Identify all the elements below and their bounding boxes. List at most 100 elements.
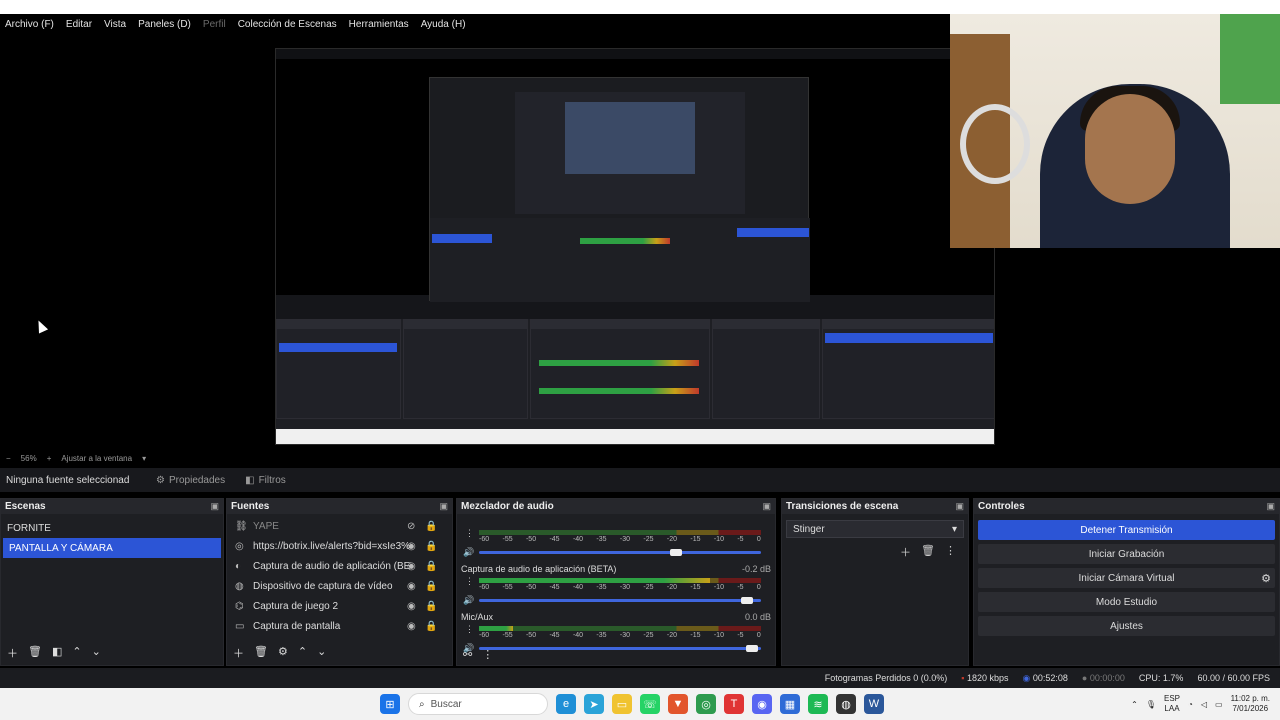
trash-icon[interactable]: 🗑 xyxy=(921,544,935,560)
lock-icon[interactable]: 🔒 xyxy=(425,581,437,592)
telegram-icon[interactable]: ➤ xyxy=(584,694,604,714)
properties-button[interactable]: ⚙ Propiedades xyxy=(146,475,235,486)
trash-icon[interactable]: 🗑 xyxy=(254,645,268,661)
volume-slider-handle[interactable] xyxy=(740,597,753,604)
nested-docks-level-2 xyxy=(430,218,810,302)
microphone-icon[interactable]: 🎙 xyxy=(1146,700,1156,709)
lock-icon[interactable]: 🔒 xyxy=(425,561,437,572)
source-item[interactable]: ◎ https://botrix.live/alerts?bid=xsIe3%2… xyxy=(227,536,452,556)
menu-scene-collection[interactable]: Colección de Escenas xyxy=(238,19,337,30)
volume-icon[interactable]: ◁ xyxy=(1201,700,1207,709)
move-up-icon[interactable]: ⌃ xyxy=(72,645,81,661)
edge-icon[interactable]: e xyxy=(556,694,576,714)
more-options-icon[interactable]: ⋮ xyxy=(482,648,493,661)
add-icon[interactable]: ＋ xyxy=(233,645,244,661)
move-down-icon[interactable]: ⌄ xyxy=(92,645,101,661)
windows-start-icon[interactable]: ⊞ xyxy=(380,694,400,714)
scene-item-pantalla-y-camara[interactable]: PANTALLA Y CÁMARA xyxy=(3,538,221,558)
start-recording-button[interactable]: Iniciar Grabación xyxy=(978,544,1275,564)
more-options-icon[interactable]: ⋮ xyxy=(465,528,474,539)
clock[interactable]: 11:02 p. m. 7/01/2026 xyxy=(1231,694,1270,714)
search-icon: ⌕ xyxy=(419,698,425,710)
gear-icon[interactable]: ⚙ xyxy=(1261,572,1271,585)
start-virtual-camera-button[interactable]: Iniciar Cámara Virtual ⚙ xyxy=(978,568,1275,588)
meter-ticks: -60 -55 -50 -45 -40 -35 -30 -25 -20 -15 -10 -5 0 xyxy=(479,632,761,639)
add-icon[interactable]: ＋ xyxy=(900,544,911,560)
eye-icon[interactable]: ◉ xyxy=(407,561,416,572)
source-item[interactable]: ◐ Captura de audio de aplicación (BETA) … xyxy=(227,556,452,576)
obs-icon[interactable]: ◍ xyxy=(836,694,856,714)
more-options-icon[interactable]: ⋮ xyxy=(465,624,474,635)
discord-icon[interactable]: ◉ xyxy=(752,694,772,714)
menu-file[interactable]: Archivo (F) xyxy=(5,19,54,30)
more-options-icon[interactable]: ⋮ xyxy=(945,544,956,560)
filter-icon[interactable]: ◧ xyxy=(52,645,62,661)
volume-slider-handle[interactable] xyxy=(670,549,683,556)
menu-tools[interactable]: Herramientas xyxy=(349,19,409,30)
undock-icon[interactable]: ▣ xyxy=(1266,501,1275,512)
zoom-in-icon[interactable]: + xyxy=(47,454,52,463)
gear-icon[interactable]: ⚙ xyxy=(278,645,288,661)
eye-icon[interactable]: ◉ xyxy=(407,621,416,632)
undock-icon[interactable]: ▣ xyxy=(955,501,964,512)
add-icon[interactable]: ＋ xyxy=(7,645,18,661)
scene-item-fornite[interactable]: FORNITE xyxy=(1,518,223,538)
undock-icon[interactable]: ▣ xyxy=(439,501,448,512)
source-item[interactable]: ◍ Dispositivo de captura de vídeo ◉ 🔒 xyxy=(227,576,452,596)
lock-icon[interactable]: 🔒 xyxy=(425,541,437,552)
calculator-icon[interactable]: ▦ xyxy=(780,694,800,714)
volume-slider[interactable] xyxy=(479,597,761,604)
trash-icon[interactable]: 🗑 xyxy=(28,645,42,661)
meter-tick: -10 xyxy=(713,536,724,543)
whatsapp-icon[interactable]: ☏ xyxy=(640,694,660,714)
taskbar-search[interactable]: ⌕ Buscar xyxy=(408,693,548,715)
zoom-mode[interactable]: Ajustar a la ventana xyxy=(61,454,132,463)
menu-docks[interactable]: Paneles (D) xyxy=(138,19,191,30)
battery-icon[interactable]: ▭ xyxy=(1215,700,1223,709)
fps: 60.00 / 60.00 FPS xyxy=(1197,673,1270,683)
eye-icon[interactable]: ◉ xyxy=(407,581,416,592)
source-item[interactable]: ⛓ YAPE ⊘ 🔒 xyxy=(227,516,452,536)
undock-icon[interactable]: ▣ xyxy=(762,501,771,512)
source-item[interactable]: ⌬ Captura de juego 2 ◉ 🔒 xyxy=(227,596,452,616)
chevron-down-icon[interactable]: ▾ xyxy=(142,454,146,463)
wifi-icon[interactable]: ◔ xyxy=(1188,700,1193,709)
volume-slider[interactable] xyxy=(479,645,761,652)
source-item[interactable]: ▭ Captura de pantalla ◉ 🔒 xyxy=(227,616,452,636)
menu-edit[interactable]: Editar xyxy=(66,19,92,30)
system-tray: ⌃ 🎙 ESP LAA ◔ ◁ ▭ 11:02 p. m. 7/01/2026 xyxy=(1131,688,1270,720)
spotify-icon[interactable]: ≋ xyxy=(808,694,828,714)
studio-mode-button[interactable]: Modo Estudio xyxy=(978,592,1275,612)
chrome-icon[interactable]: ◎ xyxy=(696,694,716,714)
speaker-icon[interactable]: 🔊 xyxy=(463,547,474,558)
folder-icon[interactable]: ▭ xyxy=(612,694,632,714)
speaker-icon[interactable]: 🔊 xyxy=(463,595,474,606)
settings-button[interactable]: Ajustes xyxy=(978,616,1275,636)
chevron-up-icon[interactable]: ⌃ xyxy=(1131,700,1138,709)
menu-view[interactable]: Vista xyxy=(104,19,126,30)
stop-streaming-button[interactable]: Detener Transmisión xyxy=(978,520,1275,540)
brave-icon[interactable]: ▼ xyxy=(668,694,688,714)
eye-icon[interactable]: ◉ xyxy=(407,541,416,552)
move-up-icon[interactable]: ⌃ xyxy=(298,645,307,661)
meter-tick: -55 xyxy=(502,584,513,591)
zoom-out-icon[interactable]: − xyxy=(6,454,11,463)
channel-db: -0.2 dB xyxy=(741,564,771,574)
more-options-icon[interactable]: ⋮ xyxy=(465,576,474,587)
lock-icon[interactable]: 🔒 xyxy=(425,621,437,632)
eye-icon[interactable]: ◉ xyxy=(407,601,416,612)
filters-button[interactable]: ◧ Filtros xyxy=(235,475,296,486)
text-app-icon[interactable]: T xyxy=(724,694,744,714)
lock-icon[interactable]: 🔒 xyxy=(425,521,437,532)
undock-icon[interactable]: ▣ xyxy=(210,501,219,512)
menu-help[interactable]: Ayuda (H) xyxy=(421,19,466,30)
volume-slider[interactable] xyxy=(479,549,761,556)
transition-select[interactable]: Stinger ▾ xyxy=(786,520,964,538)
lock-icon[interactable]: 🔒 xyxy=(425,601,437,612)
word-icon[interactable]: W xyxy=(864,694,884,714)
move-down-icon[interactable]: ⌄ xyxy=(317,645,326,661)
volume-slider-handle[interactable] xyxy=(746,645,759,652)
eye-hidden-icon[interactable]: ⊘ xyxy=(407,521,415,532)
link-icon[interactable]: ⚯ xyxy=(463,648,472,661)
language-indicator[interactable]: ESP LAA xyxy=(1164,694,1180,714)
